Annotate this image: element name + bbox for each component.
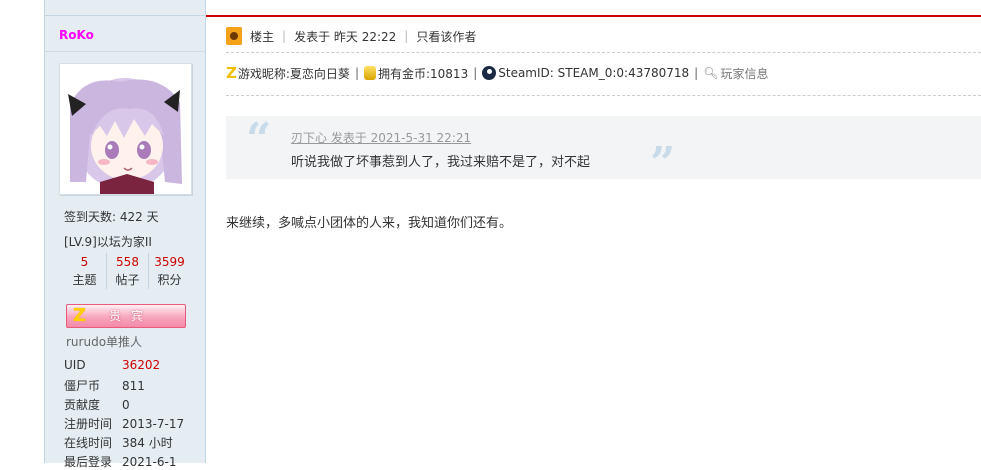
user-group: rurudo单推人 [66, 335, 143, 349]
field-value: 811 [122, 379, 145, 393]
steam-icon [482, 66, 497, 80]
quote-open-icon: “ [246, 114, 272, 165]
post-meta: 楼主 | 发表于 昨天 22:22 | 只看该作者 [226, 27, 476, 45]
field-key: 注册时间 [64, 417, 113, 431]
vip-badge: Z 贵宾 [66, 304, 186, 328]
stat-credits-label: 积分 [157, 273, 182, 287]
stat-posts-value: 558 [116, 255, 139, 269]
vip-badge-label: 贵宾 [108, 309, 153, 323]
quote-text: 听说我做了坏事惹到人了，我过来赔不是了，对不起 [291, 155, 591, 170]
field-value: 2013-7-17 [122, 417, 185, 431]
quote-close-icon: ” [650, 138, 676, 189]
field-value[interactable]: 36202 [122, 358, 160, 372]
separator: | [473, 66, 478, 80]
magnifier-icon: 🔍︎ [703, 66, 719, 80]
player-info-line: Z 游戏昵称:夏恋向日葵 | 拥有金币:10813 | SteamID: STE… [226, 64, 768, 82]
field-key: 在线时间 [64, 436, 113, 450]
quote-block: “ 刃下心 发表于 2021-5-31 22:21 听说我做了坏事惹到人了，我过… [226, 114, 981, 189]
crown-icon [226, 27, 242, 45]
game-nickname: 游戏昵称:夏恋向日葵 [237, 66, 350, 81]
field-key: 最后登录 [64, 455, 113, 469]
field-value: 384 小时 [122, 436, 173, 450]
stat-topics-value: 5 [80, 255, 89, 269]
user-stats: 5 主题 558 帖子 3599 积分 [64, 253, 188, 289]
z-icon: Z [226, 64, 237, 82]
user-sidebar: RoKo 签到天数: 422 天 [LV.9]以坛为家II 5 主题 558 帖… [44, 0, 206, 469]
coin-icon [363, 66, 376, 80]
header-divider [205, 15, 981, 17]
separator: | [282, 29, 287, 43]
stat-credits-value: 3599 [154, 255, 185, 269]
info-divider [226, 95, 981, 96]
player-info-link[interactable]: 玩家信息 [720, 65, 768, 82]
only-author-link[interactable]: 只看该作者 [416, 28, 476, 45]
checkin-days: 签到天数: 422 天 [64, 210, 159, 224]
quote-author-link[interactable]: 刃下心 发表于 2021-5-31 22:21 [291, 129, 471, 146]
steam-id: SteamID: STEAM_0:0:43780718 [498, 66, 690, 80]
field-key: 贡献度 [64, 398, 101, 412]
field-uid: UID 36202 [64, 358, 160, 372]
field-online-time: 在线时间 384 小时 [64, 434, 173, 451]
field-register-date: 注册时间 2013-7-17 [64, 415, 184, 432]
sidebar-divider [45, 51, 205, 52]
field-key: 僵尸币 [64, 379, 101, 393]
field-value: 0 [122, 398, 130, 412]
stat-topics[interactable]: 5 主题 [64, 253, 105, 289]
field-contribution: 贡献度 0 [64, 396, 130, 413]
user-level[interactable]: [LV.9]以坛为家II [64, 233, 152, 250]
separator: | [404, 29, 409, 43]
post-body: 来继续，多喊点小团体的人来，我知道你们还有。 [226, 216, 513, 231]
field-last-login: 最后登录 2021-6-1 [64, 453, 176, 470]
avatar[interactable] [59, 63, 192, 195]
gold-amount: 拥有金币:10813 [377, 66, 469, 81]
post-time: 发表于 昨天 22:22 [294, 29, 397, 44]
stat-posts-label: 帖子 [115, 273, 140, 287]
author-role: 楼主 [250, 29, 275, 44]
username[interactable]: RoKo [59, 28, 94, 42]
field-value: 2021-6-1 [122, 455, 177, 469]
stat-posts[interactable]: 558 帖子 [106, 253, 148, 289]
field-key: UID [64, 358, 86, 372]
stat-topics-label: 主题 [72, 273, 97, 287]
separator: | [694, 66, 699, 80]
sidebar-top-border [45, 15, 205, 16]
separator: | [354, 66, 359, 80]
field-zombie-coin: 僵尸币 811 [64, 377, 145, 394]
stat-credits[interactable]: 3599 积分 [148, 253, 190, 289]
meta-divider [226, 52, 981, 53]
top-bar [205, 0, 981, 15]
